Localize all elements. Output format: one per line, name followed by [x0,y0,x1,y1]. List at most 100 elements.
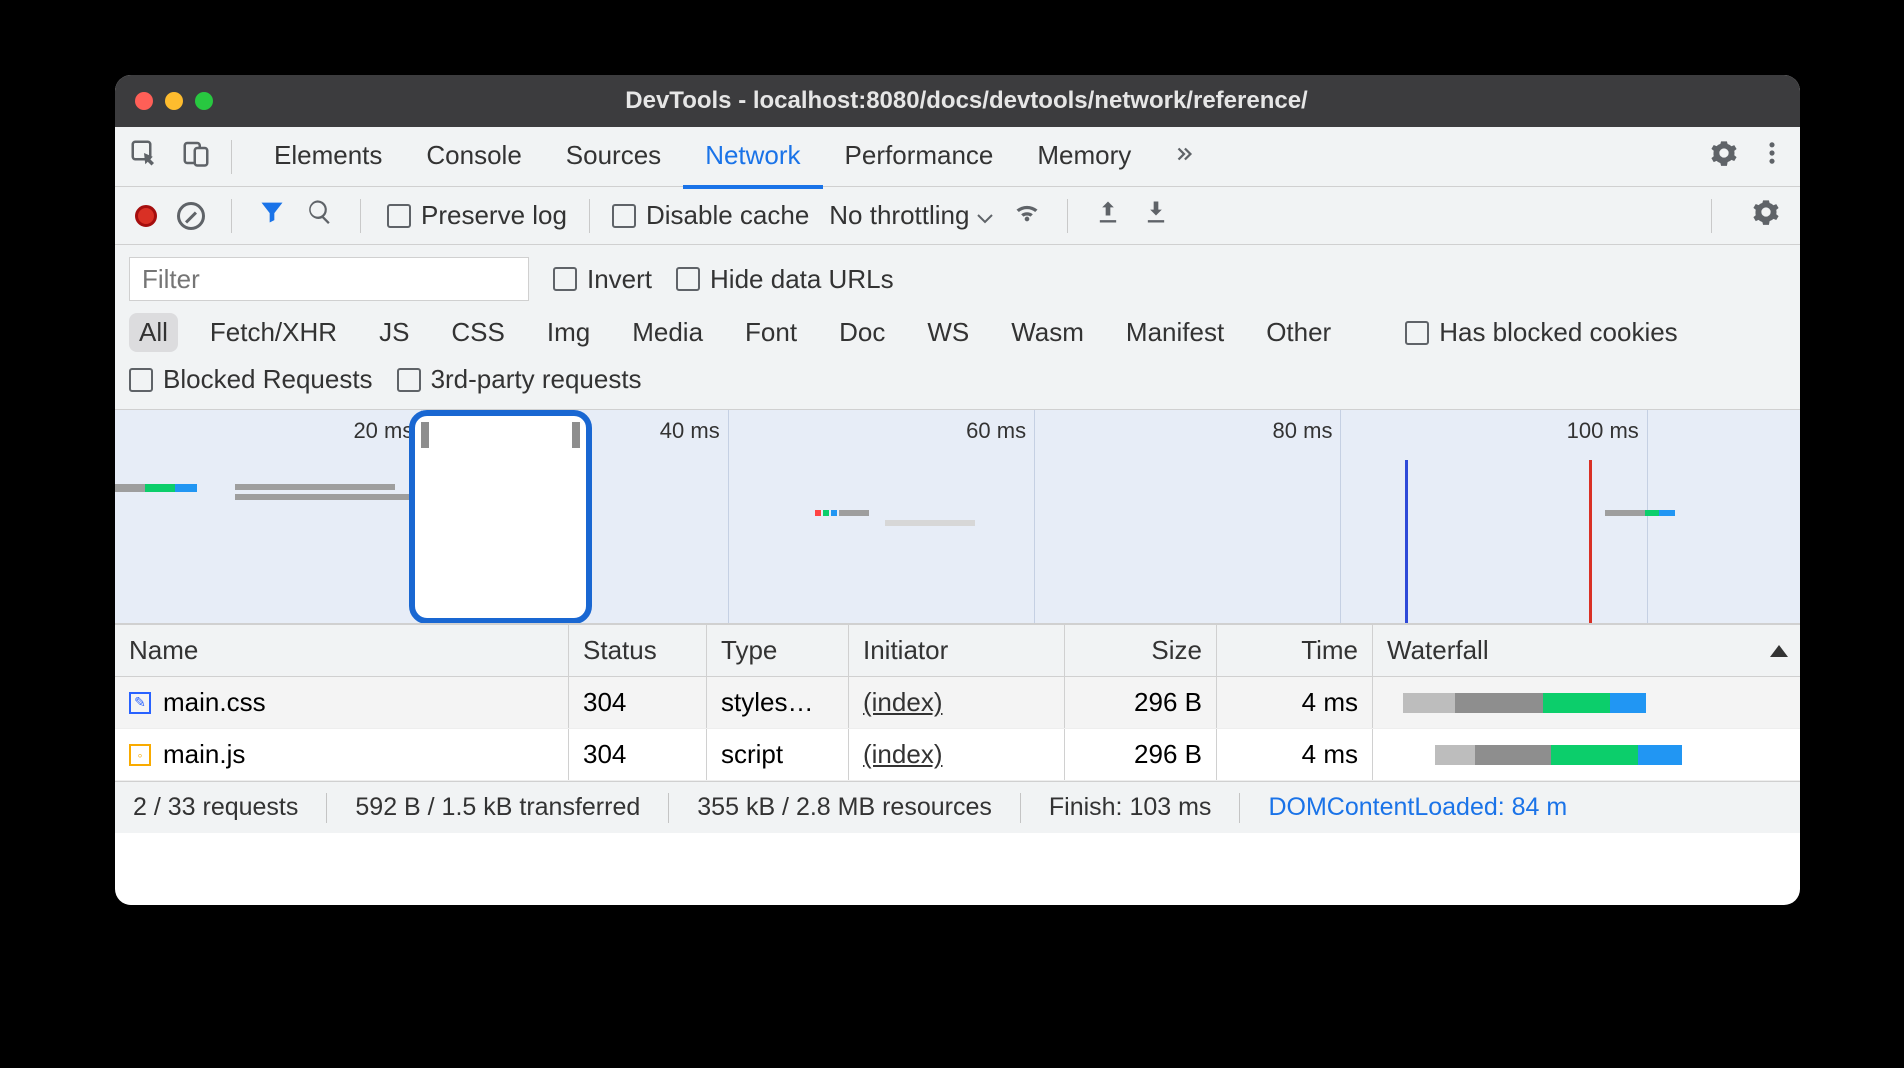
settings-icon[interactable] [1710,139,1738,174]
filter-toggle-icon[interactable] [258,198,286,233]
minimize-window-button[interactable] [165,92,183,110]
has-blocked-label: Has blocked cookies [1439,317,1677,348]
load-marker [1589,460,1592,623]
tab-memory[interactable]: Memory [1015,126,1153,187]
close-window-button[interactable] [135,92,153,110]
separator [231,199,232,233]
filter-bar-2: Blocked Requests 3rd-party requests [115,358,1800,410]
network-settings-icon[interactable] [1752,198,1780,233]
blocked-requests-label: Blocked Requests [163,364,373,395]
separator [1711,199,1712,233]
throttling-select[interactable]: No throttling [829,200,993,231]
type-filter-manifest[interactable]: Manifest [1116,313,1234,352]
status-dcl: DOMContentLoaded: 84 m [1268,793,1567,822]
domcontentloaded-marker [1405,460,1408,623]
import-har-icon[interactable] [1142,198,1170,233]
inspect-element-icon[interactable] [129,138,159,175]
waterfall-segment [1610,693,1646,713]
separator [589,199,590,233]
type-filter-ws[interactable]: WS [917,313,979,352]
selection-handle-left[interactable] [421,422,429,448]
initiator-link[interactable]: (index) [863,687,942,718]
type-filter-other[interactable]: Other [1256,313,1341,352]
waterfall-segment [1551,745,1639,765]
timeline-overview[interactable]: 20 ms40 ms60 ms80 ms100 ms [115,410,1800,624]
preserve-log-checkbox[interactable]: Preserve log [387,200,567,231]
hide-data-urls-checkbox[interactable]: Hide data URLs [676,264,894,295]
cell-time: 4 ms [1217,729,1373,780]
type-filter-img[interactable]: Img [537,313,600,352]
throttling-value: No throttling [829,200,969,231]
cell-size: 296 B [1065,677,1217,728]
table-header: Name Status Type Initiator Size Time Wat… [115,625,1800,677]
waterfall-segment [1435,745,1475,765]
table-row[interactable]: ◦main.js304script(index)296 B4 ms [115,729,1800,781]
css-file-icon: ✎ [129,692,151,714]
type-filter-media[interactable]: Media [622,313,713,352]
resource-type-filter: All Fetch/XHR JS CSS Img Media Font Doc WS Wasm Ma… [115,307,1800,358]
file-name: main.css [163,687,266,718]
record-button[interactable] [135,205,157,227]
separator [1067,199,1068,233]
selection-handle-right[interactable] [572,422,580,448]
more-menu-icon[interactable] [1758,139,1786,174]
type-filter-css[interactable]: CSS [441,313,514,352]
requests-table: Name Status Type Initiator Size Time Wat… [115,624,1800,781]
blocked-requests-checkbox[interactable]: Blocked Requests [129,364,373,395]
status-transferred: 592 B / 1.5 kB transferred [355,793,640,822]
device-toolbar-icon[interactable] [181,138,211,175]
col-time[interactable]: Time [1217,625,1373,676]
invert-label: Invert [587,264,652,295]
hide-data-urls-label: Hide data URLs [710,264,894,295]
traffic-lights [135,92,213,110]
preserve-log-label: Preserve log [421,200,567,231]
panel-tabbar: ElementsConsoleSourcesNetworkPerformance… [115,127,1800,187]
more-tabs-icon[interactable] [1173,141,1195,172]
export-har-icon[interactable] [1094,198,1122,233]
col-size[interactable]: Size [1065,625,1217,676]
type-filter-all[interactable]: All [129,313,178,352]
file-name: main.js [163,739,245,770]
status-finish: Finish: 103 ms [1049,793,1212,822]
type-filter-fetch-xhr[interactable]: Fetch/XHR [200,313,347,352]
type-filter-wasm[interactable]: Wasm [1001,313,1094,352]
filter-input[interactable] [129,257,529,301]
col-initiator[interactable]: Initiator [849,625,1065,676]
devtools-window: DevTools - localhost:8080/docs/devtools/… [115,75,1800,905]
search-icon[interactable] [306,198,334,233]
overview-bars [115,410,1800,623]
col-status[interactable]: Status [569,625,707,676]
clear-button[interactable] [177,202,205,230]
type-filter-js[interactable]: JS [369,313,419,352]
table-row[interactable]: ✎main.css304styles…(index)296 B4 ms [115,677,1800,729]
status-resources: 355 kB / 2.8 MB resources [697,793,992,822]
tab-console[interactable]: Console [404,126,543,187]
col-type[interactable]: Type [707,625,849,676]
zoom-window-button[interactable] [195,92,213,110]
tab-sources[interactable]: Sources [544,126,683,187]
sort-ascending-icon [1770,645,1788,657]
network-conditions-icon[interactable] [1013,198,1041,233]
initiator-link[interactable]: (index) [863,739,942,770]
third-party-checkbox[interactable]: 3rd-party requests [397,364,642,395]
col-waterfall-label: Waterfall [1387,635,1489,666]
col-name[interactable]: Name [115,625,569,676]
type-filter-font[interactable]: Font [735,313,807,352]
cell-waterfall [1373,729,1800,780]
col-waterfall[interactable]: Waterfall [1373,625,1800,676]
cell-status: 304 [569,729,707,780]
invert-checkbox[interactable]: Invert [553,264,652,295]
tab-network[interactable]: Network [683,126,822,189]
disable-cache-checkbox[interactable]: Disable cache [612,200,809,231]
overview-selection[interactable] [409,410,592,624]
has-blocked-cookies-checkbox[interactable]: Has blocked cookies [1405,317,1677,348]
tab-performance[interactable]: Performance [823,126,1016,187]
status-requests: 2 / 33 requests [133,793,298,822]
titlebar: DevTools - localhost:8080/docs/devtools/… [115,75,1800,127]
filter-bar: Invert Hide data URLs [115,245,1800,307]
cell-waterfall [1373,677,1800,728]
cell-size: 296 B [1065,729,1217,780]
tab-elements[interactable]: Elements [252,126,404,187]
type-filter-doc[interactable]: Doc [829,313,895,352]
waterfall-segment [1455,693,1543,713]
